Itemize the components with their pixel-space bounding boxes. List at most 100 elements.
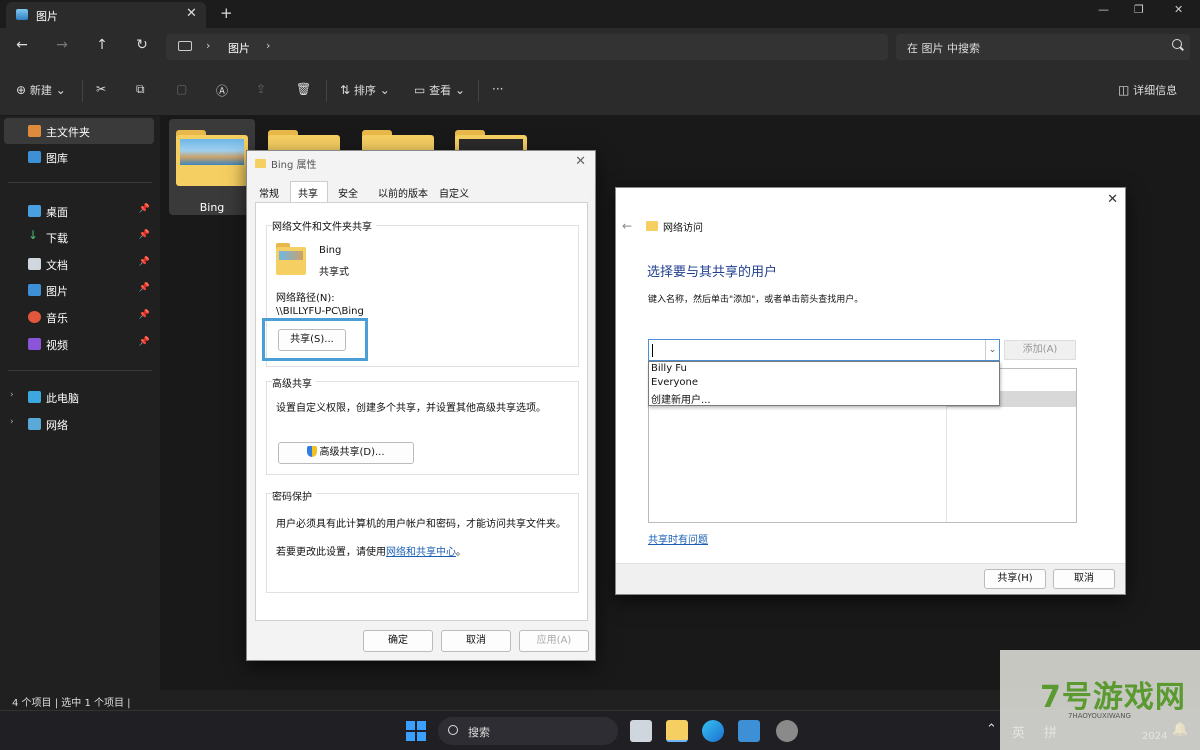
pin-icon[interactable]: 📌: [139, 230, 150, 240]
close-icon[interactable]: ✕: [575, 154, 586, 169]
pin-icon[interactable]: 📌: [139, 283, 150, 293]
search-icon: [1172, 39, 1182, 49]
view-button[interactable]: ▭ 查看 ⌄: [414, 82, 465, 98]
back-arrow-icon[interactable]: ←: [622, 219, 632, 233]
share-confirm-button[interactable]: 共享(H): [984, 569, 1046, 589]
folder-thumbnail: [180, 139, 244, 165]
settings-gear-icon[interactable]: [776, 720, 798, 742]
more-options-button[interactable]: ···: [492, 82, 503, 96]
paste-icon[interactable]: ▢: [176, 82, 187, 96]
taskbar-search-label: 搜索: [468, 726, 490, 739]
cut-icon[interactable]: ✂: [96, 82, 106, 96]
file-explorer-icon[interactable]: [666, 720, 688, 742]
details-pane-button[interactable]: ◫ 详细信息: [1118, 82, 1177, 98]
sidebar-item-network[interactable]: › 网络: [4, 411, 154, 437]
cancel-button[interactable]: 取消: [441, 630, 511, 652]
shared-folder-name: Bing: [319, 245, 342, 256]
up-arrow-icon[interactable]: ↑: [92, 37, 112, 53]
sidebar-item-home[interactable]: 主文件夹: [4, 118, 154, 144]
back-arrow-icon[interactable]: ←: [12, 37, 32, 53]
command-bar: ⊕ 新建 ⌄ ✂ ⧉ ▢ Ⓐ ⇪ 🗑 ⇅ 排序 ⌄ ▭ 查看 ⌄ ··· ◫ 详…: [0, 66, 1200, 116]
sidebar-item-music[interactable]: 音乐 📌: [4, 304, 154, 330]
sidebar-item-label: 下载: [46, 232, 68, 245]
tab-pictures[interactable]: 图片 ✕: [6, 2, 206, 28]
tab-previous-versions[interactable]: 以前的版本: [378, 185, 428, 200]
breadcrumb[interactable]: › 图片 ›: [166, 34, 888, 60]
chevron-right-icon: ›: [206, 39, 211, 52]
tab-security[interactable]: 安全: [338, 185, 358, 200]
minimize-button[interactable]: —: [1098, 3, 1109, 16]
watermark-subtitle: 7HAOYOUXIWANG: [1068, 712, 1131, 720]
ok-button[interactable]: 确定: [363, 630, 433, 652]
sharing-help-link[interactable]: 共享时有问题: [648, 531, 708, 546]
dialog-description: 键入名称，然后单击"添加"，或者单击箭头查找用户。: [648, 295, 864, 305]
copy-icon[interactable]: ⧉: [136, 82, 145, 97]
gallery-icon: [28, 151, 41, 163]
sidebar-item-videos[interactable]: 视频 📌: [4, 331, 154, 357]
status-text: 4 个项目 | 选中 1 个项目 |: [12, 698, 131, 709]
user-name-combobox[interactable]: ⌄: [648, 339, 1000, 361]
refresh-icon[interactable]: ↻: [132, 37, 152, 53]
password-change-prefix: 若要更改此设置，请使用: [276, 547, 386, 558]
windows-start-icon[interactable]: [406, 721, 426, 741]
advanced-sharing-button[interactable]: 高级共享(D)...: [278, 442, 414, 464]
chevron-right-icon[interactable]: ›: [266, 39, 270, 52]
apply-button[interactable]: 应用(A): [519, 630, 589, 652]
search-input[interactable]: 在 图片 中搜索: [896, 34, 1190, 60]
search-icon: [448, 725, 458, 735]
close-window-button[interactable]: ✕: [1174, 3, 1183, 16]
add-button[interactable]: 添加(A): [1004, 340, 1076, 360]
breadcrumb-pictures[interactable]: 图片: [228, 40, 250, 56]
text-caret: [652, 344, 653, 357]
group-title: 网络文件和文件夹共享: [272, 218, 376, 233]
dropdown-option-billy-fu[interactable]: Billy Fu: [651, 363, 687, 374]
taskbar-search[interactable]: 搜索: [438, 717, 618, 745]
task-view-icon[interactable]: [630, 720, 652, 742]
tab-customize[interactable]: 自定义: [439, 185, 469, 200]
password-description: 用户必须具有此计算机的用户帐户和密码，才能访问共享文件夹。: [276, 519, 566, 530]
pin-icon[interactable]: 📌: [139, 204, 150, 214]
network-icon: [28, 418, 41, 430]
computer-icon: [28, 391, 41, 403]
forward-arrow-icon[interactable]: →: [52, 37, 72, 53]
sidebar-item-label: 文档: [46, 259, 68, 272]
network-sharing-center-link[interactable]: 网络和共享中心: [386, 547, 456, 558]
watermark-logo: 7号游戏网 7HAOYOUXIWANG: [1000, 650, 1200, 750]
rename-icon[interactable]: Ⓐ: [216, 82, 228, 99]
chevron-right-icon[interactable]: ›: [10, 390, 14, 400]
sidebar-item-desktop[interactable]: 桌面 📌: [4, 198, 154, 224]
chevron-down-icon[interactable]: ⌄: [985, 340, 999, 360]
store-icon[interactable]: [738, 720, 760, 742]
cancel-button[interactable]: 取消: [1053, 569, 1115, 589]
pin-icon[interactable]: 📌: [139, 310, 150, 320]
new-tab-button[interactable]: +: [220, 4, 233, 22]
monitor-icon: [178, 41, 192, 51]
tab-general[interactable]: 常规: [259, 185, 279, 200]
close-icon[interactable]: ✕: [1107, 192, 1118, 207]
new-button[interactable]: ⊕ 新建 ⌄: [16, 82, 66, 98]
pin-icon[interactable]: 📌: [139, 257, 150, 267]
tab-close-icon[interactable]: ✕: [186, 6, 197, 21]
sidebar-item-pictures[interactable]: 图片 📌: [4, 277, 154, 303]
chevron-right-icon[interactable]: ›: [10, 417, 14, 427]
sidebar-item-label: 此电脑: [46, 392, 79, 405]
tab-panel: 网络文件和文件夹共享 Bing 共享式 网络路径(N): \\BILLYFU-P…: [255, 202, 588, 621]
dropdown-option-create-user[interactable]: 创建新用户...: [651, 391, 711, 406]
edge-browser-icon[interactable]: [702, 720, 724, 742]
dialog-footer: 共享(H) 取消: [616, 563, 1125, 594]
sidebar-item-gallery[interactable]: 图库: [4, 144, 154, 170]
sort-button[interactable]: ⇅ 排序 ⌄: [340, 82, 390, 98]
sidebar-item-label: 桌面: [46, 206, 68, 219]
password-change-text: 若要更改此设置，请使用网络和共享中心。: [276, 543, 466, 558]
sidebar-item-documents[interactable]: 文档 📌: [4, 251, 154, 277]
share-icon[interactable]: ⇪: [256, 82, 266, 96]
pin-icon[interactable]: 📌: [139, 337, 150, 347]
sidebar-item-this-pc[interactable]: › 此电脑: [4, 384, 154, 410]
delete-icon[interactable]: 🗑: [296, 82, 311, 96]
maximize-button[interactable]: ❐: [1134, 3, 1144, 16]
chevron-up-icon[interactable]: ⌃: [986, 722, 997, 737]
tab-sharing[interactable]: 共享: [298, 185, 318, 200]
dropdown-option-everyone[interactable]: Everyone: [651, 377, 698, 388]
tab-title: 图片: [36, 10, 58, 23]
sidebar-item-downloads[interactable]: ↓ 下载 📌: [4, 224, 154, 250]
